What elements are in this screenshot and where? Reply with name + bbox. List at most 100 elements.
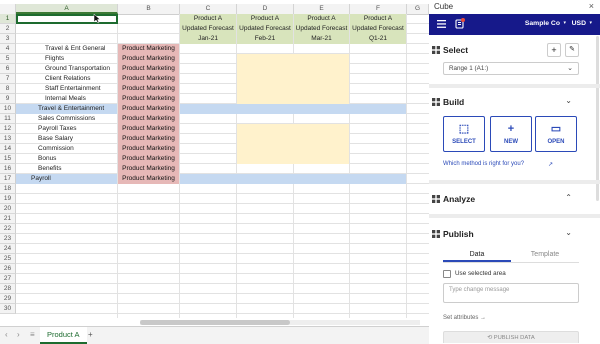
row-header[interactable]: 22: [0, 224, 16, 234]
row-header[interactable]: 25: [0, 254, 16, 264]
row-header[interactable]: 16: [0, 164, 16, 174]
row-header[interactable]: 27: [0, 274, 16, 284]
row-header[interactable]: 14: [0, 144, 16, 154]
scrollbar-thumb[interactable]: [140, 320, 290, 325]
row-header[interactable]: 28: [0, 284, 16, 294]
department-tag[interactable]: Product Marketing: [118, 164, 179, 174]
row-header[interactable]: 24: [0, 244, 16, 254]
account-label[interactable]: Commission: [38, 144, 74, 154]
row-header[interactable]: 19: [0, 194, 16, 204]
row-header[interactable]: 21: [0, 214, 16, 224]
row-header[interactable]: 18: [0, 184, 16, 194]
row-header[interactable]: 11: [0, 114, 16, 124]
column-header-f[interactable]: F: [350, 4, 407, 14]
row-header[interactable]: 6: [0, 64, 16, 74]
row-header[interactable]: 1: [0, 14, 16, 24]
row-header[interactable]: 9: [0, 94, 16, 104]
department-tag[interactable]: Product Marketing: [118, 64, 179, 74]
row-header[interactable]: 12: [0, 124, 16, 134]
forecast-header-q1[interactable]: Product A Updated Forecast Q1-21: [350, 14, 406, 44]
tab-data[interactable]: Data: [443, 248, 511, 262]
add-sheet-icon[interactable]: +: [88, 329, 93, 340]
department-tag[interactable]: Product Marketing: [118, 144, 179, 154]
account-label[interactable]: Sales Commissions: [38, 114, 95, 124]
row-header[interactable]: 2: [0, 24, 16, 34]
account-label[interactable]: Payroll Taxes: [38, 124, 77, 134]
account-label[interactable]: Internal Meals: [45, 94, 86, 104]
row-header[interactable]: 23: [0, 234, 16, 244]
account-label[interactable]: Bonus: [38, 154, 56, 164]
forecast-header-jan[interactable]: Product A Updated Forecast Jan-21: [180, 14, 236, 44]
currency-selector[interactable]: USD: [572, 20, 586, 27]
row-header[interactable]: 17: [0, 174, 16, 184]
department-tag[interactable]: Product Marketing: [118, 94, 179, 104]
row-header[interactable]: 20: [0, 204, 16, 214]
department-tag[interactable]: Product Marketing: [118, 174, 179, 184]
sheet-tab-product-a[interactable]: Product A: [40, 327, 87, 344]
cell-grid[interactable]: Product A Updated Forecast Jan-21 Produc…: [16, 14, 429, 318]
menu-icon[interactable]: [437, 20, 446, 28]
account-label[interactable]: Travel & Entertainment: [38, 104, 104, 114]
department-tag[interactable]: Product Marketing: [118, 134, 179, 144]
next-sheet-icon[interactable]: ›: [17, 329, 20, 340]
row-header[interactable]: 29: [0, 294, 16, 304]
account-label[interactable]: Ground Transportation: [45, 64, 110, 74]
notifications-icon[interactable]: [455, 18, 465, 29]
account-label[interactable]: Travel & Ent General: [45, 44, 105, 54]
close-panel-icon[interactable]: ×: [589, 1, 594, 11]
row-header[interactable]: 15: [0, 154, 16, 164]
row-header[interactable]: 30: [0, 304, 16, 314]
column-header-g[interactable]: G: [407, 4, 429, 14]
expand-analyze-icon[interactable]: ⌃: [565, 193, 572, 202]
tab-template[interactable]: Template: [511, 248, 579, 262]
build-new-button[interactable]: + NEW: [490, 116, 532, 152]
input-block-te[interactable]: [237, 54, 349, 104]
collapse-publish-icon[interactable]: ⌄: [565, 228, 572, 237]
department-tag[interactable]: Product Marketing: [118, 84, 179, 94]
add-range-button[interactable]: +: [547, 43, 561, 57]
collapse-build-icon[interactable]: ⌄: [565, 96, 572, 105]
row-header[interactable]: 3: [0, 34, 16, 44]
account-label[interactable]: Client Relations: [45, 74, 91, 84]
account-label[interactable]: Base Salary: [38, 134, 73, 144]
department-tag[interactable]: Product Marketing: [118, 44, 179, 54]
department-tag[interactable]: Product Marketing: [118, 74, 179, 84]
account-label[interactable]: Benefits: [38, 164, 62, 174]
account-label[interactable]: Payroll: [31, 174, 51, 184]
range-dropdown[interactable]: Range 1 (A1:) ⌄: [443, 62, 579, 75]
build-select-button[interactable]: ⬚ SELECT: [443, 116, 485, 152]
row-header[interactable]: 10: [0, 104, 16, 114]
panel-scrollbar[interactable]: [596, 36, 599, 201]
publish-data-button[interactable]: ⟲ PUBLISH DATA: [443, 331, 579, 343]
row-header[interactable]: 5: [0, 54, 16, 64]
column-header-d[interactable]: D: [237, 4, 294, 14]
use-selected-area-checkbox[interactable]: [443, 270, 451, 278]
prev-sheet-icon[interactable]: ‹: [5, 329, 8, 340]
change-message-input[interactable]: Type change message: [443, 283, 579, 303]
column-header-a[interactable]: A: [16, 4, 118, 14]
column-header-c[interactable]: C: [180, 4, 237, 14]
set-attributes-link[interactable]: Set attributes →: [443, 315, 486, 321]
horizontal-scrollbar[interactable]: [140, 320, 420, 325]
subtotal-row-payroll-values[interactable]: [180, 174, 406, 184]
row-header[interactable]: 7: [0, 74, 16, 84]
forecast-header-mar[interactable]: Product A Updated Forecast Mar-21: [294, 14, 349, 44]
row-header[interactable]: 4: [0, 44, 16, 54]
department-tag[interactable]: Product Marketing: [118, 104, 179, 114]
column-header-e[interactable]: E: [294, 4, 350, 14]
subtotal-row-te-values[interactable]: [180, 104, 406, 114]
row-header[interactable]: 8: [0, 84, 16, 94]
account-label[interactable]: Staff Entertainment: [45, 84, 101, 94]
company-selector[interactable]: Sample Co: [525, 20, 560, 27]
department-tag[interactable]: Product Marketing: [118, 154, 179, 164]
department-tag[interactable]: Product Marketing: [118, 124, 179, 134]
edit-range-button[interactable]: ✎: [565, 43, 579, 57]
department-tag[interactable]: Product Marketing: [118, 54, 179, 64]
account-label[interactable]: Flights: [45, 54, 64, 64]
column-header-b[interactable]: B: [118, 4, 180, 14]
method-help-link[interactable]: Which method is right for you?: [443, 161, 524, 167]
build-open-button[interactable]: ▭ OPEN: [535, 116, 577, 152]
input-block-payroll[interactable]: [237, 124, 349, 164]
forecast-header-feb[interactable]: Product A Updated Forecast Feb-21: [237, 14, 293, 44]
select-all-corner[interactable]: [0, 4, 16, 14]
